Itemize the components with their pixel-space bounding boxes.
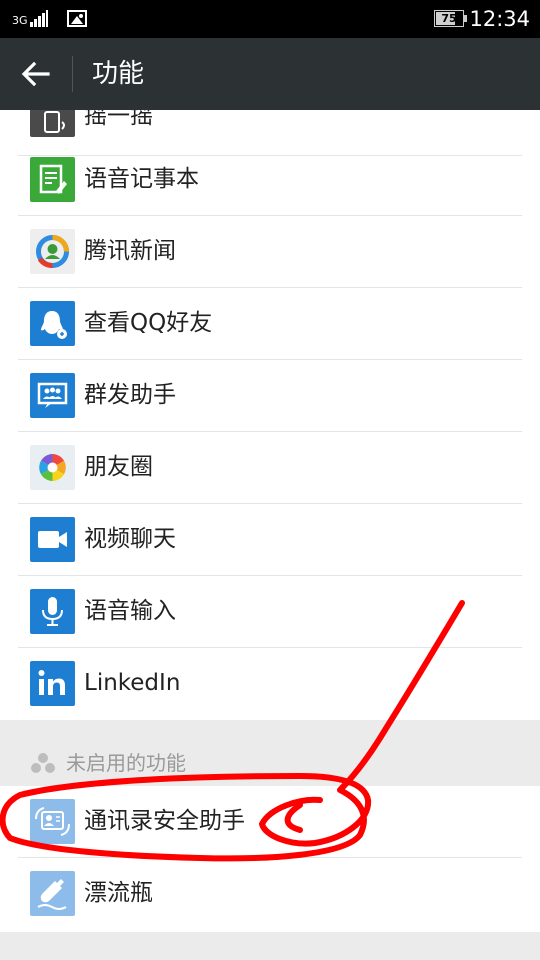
microphone-icon [30, 589, 75, 634]
battery-level: 75 [441, 12, 457, 25]
list-item-label: 查看QQ好友 [84, 310, 213, 336]
contacts-security-icon [30, 799, 75, 844]
status-left: 3G [12, 9, 87, 27]
arrow-left-icon[interactable] [18, 56, 54, 92]
list-item-tencent-news[interactable]: 腾讯新闻 [18, 216, 522, 288]
list-item-video-chat[interactable]: 视频聊天 [18, 504, 522, 576]
list-item-label: 腾讯新闻 [84, 238, 176, 264]
drift-bottle-icon [30, 871, 75, 916]
list-item-label: 通讯录安全助手 [84, 808, 245, 834]
list-item-moments[interactable]: 朋友圈 [18, 432, 522, 504]
tencent-news-icon [30, 229, 75, 274]
list-item-label: 朋友圈 [84, 454, 153, 480]
disabled-section-header: 未启用的功能 [0, 720, 540, 786]
network-type: 3G [12, 14, 28, 27]
status-bar: 3G 75 12:34 [0, 0, 540, 38]
list-item-voice-input[interactable]: 语音输入 [18, 576, 522, 648]
clock: 12:34 [469, 7, 530, 31]
qq-friends-icon [30, 301, 75, 346]
list-item-label: 漂流瓶 [84, 880, 153, 906]
signal-icon [29, 9, 49, 27]
moments-icon [30, 445, 75, 490]
list-item-label: LinkedIn [84, 670, 181, 696]
battery-icon: 75 [434, 10, 467, 27]
list-item-label: 群发助手 [84, 382, 176, 408]
list-item-drift-bottle[interactable]: 漂流瓶 [18, 858, 522, 930]
linkedin-icon [30, 661, 75, 706]
list-item-linkedin[interactable]: LinkedIn [18, 648, 522, 720]
list-item-contacts-security[interactable]: 通讯录安全助手 [18, 786, 522, 858]
list-item-label: 视频聊天 [84, 526, 176, 552]
action-bar: 功能 [0, 38, 540, 110]
disabled-feature-list: 通讯录安全助手 漂流瓶 [0, 786, 540, 932]
group-message-icon [30, 373, 75, 418]
people-icon [30, 752, 56, 774]
list-item-group-message[interactable]: 群发助手 [18, 360, 522, 432]
gallery-icon [66, 10, 87, 27]
list-item-label: 语音记事本 [84, 166, 199, 192]
section-title: 未启用的功能 [66, 751, 186, 775]
page-title: 功能 [92, 59, 145, 89]
action-bar-divider [72, 56, 73, 92]
list-item-label: 语音输入 [84, 598, 176, 624]
list-item-voice-notepad[interactable]: 语音记事本 [18, 144, 522, 216]
video-chat-icon [30, 517, 75, 562]
voice-notepad-icon [30, 157, 75, 202]
list-item-qq-friends[interactable]: 查看QQ好友 [18, 288, 522, 360]
feature-list: 摇一摇 语音记事本 腾讯新闻 查看QQ好友 群发助手 朋友圈 视频聊天 语音输入… [0, 110, 540, 720]
list-item-label: 摇一摇 [84, 110, 153, 129]
phone-shake-icon [30, 110, 75, 137]
